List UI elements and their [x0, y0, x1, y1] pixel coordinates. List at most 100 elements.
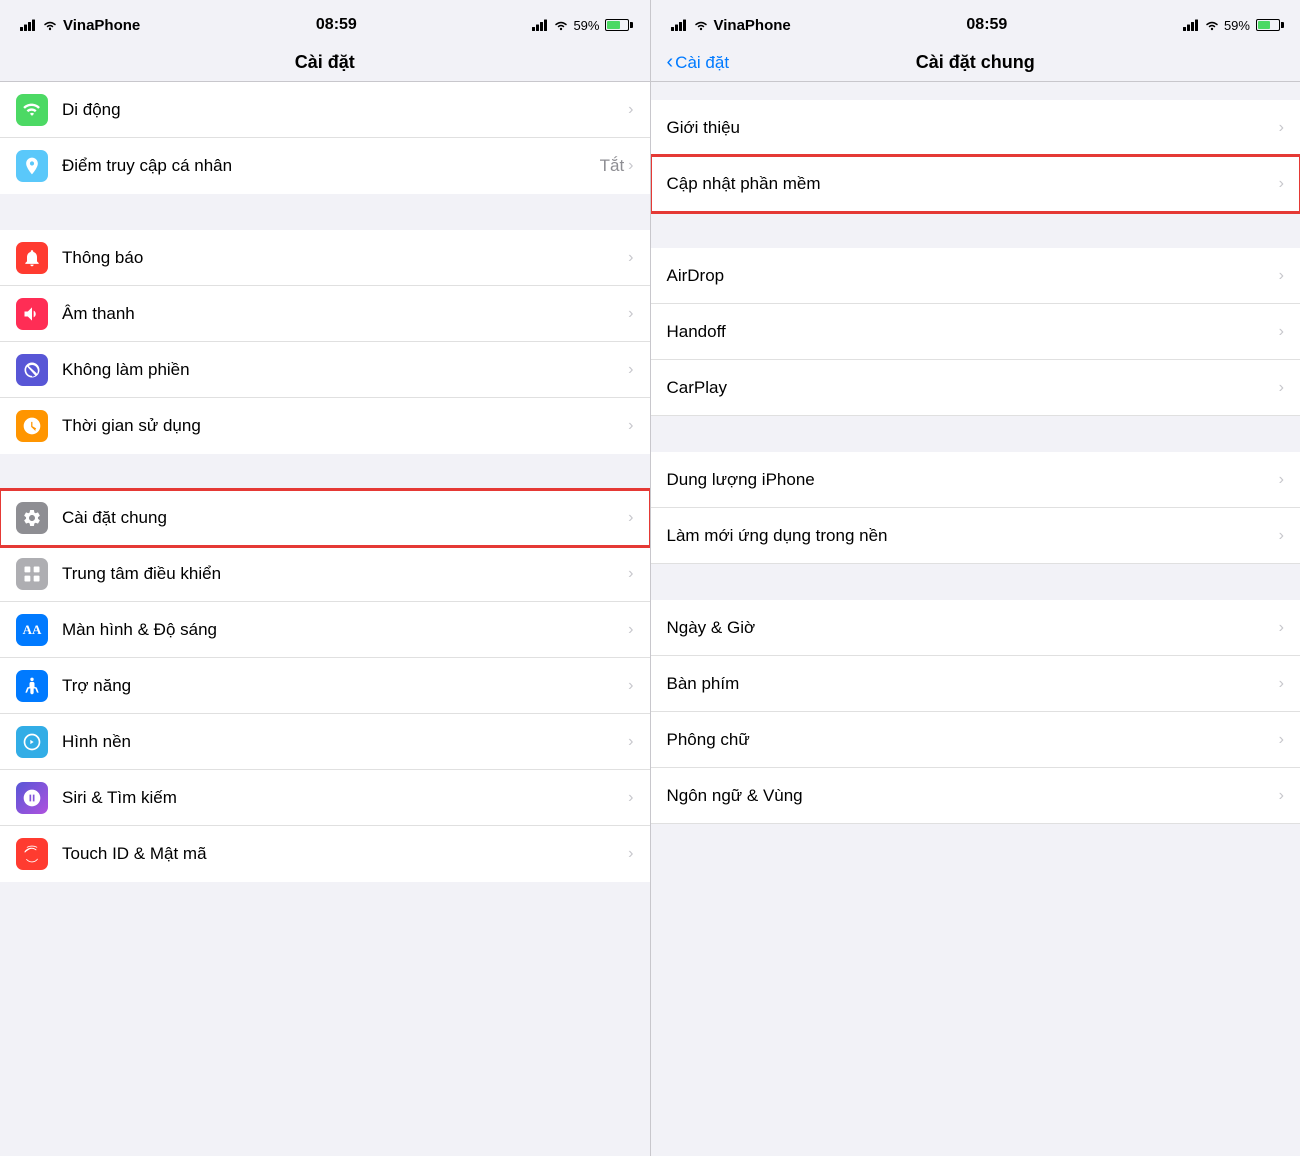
right-wifi-2 [1204, 19, 1220, 31]
row-thong-bao-content: Thông báo › [62, 248, 634, 268]
row-ban-phim-chevron: › [1279, 675, 1284, 693]
left-battery-pct: 59% [573, 18, 599, 33]
row-siri-label: Siri & Tìm kiếm [62, 788, 177, 808]
row-diem-truy-cap[interactable]: Điểm truy cập cá nhân Tắt › [0, 138, 650, 194]
left-carrier: VinaPhone [20, 17, 140, 34]
row-ngon-ngu-chevron: › [1279, 787, 1284, 805]
row-diem-truy-cap-value: Tắt › [600, 156, 634, 176]
row-cai-dat-chung-content: Cài đặt chung › [62, 508, 634, 528]
wifi-icon-right-left [553, 19, 569, 31]
right-nav-header: ‹ Cài đặt Cài đặt chung [651, 44, 1300, 81]
left-battery-area: 59% [532, 18, 629, 33]
row-touch-id-label: Touch ID & Mật mã [62, 844, 207, 864]
right-carrier: VinaPhone [671, 17, 791, 34]
row-cap-nhat[interactable]: Cập nhật phần mềm › [651, 156, 1300, 212]
right-section-divider-1 [651, 212, 1300, 248]
back-button[interactable]: ‹ Cài đặt [667, 53, 730, 73]
right-carrier-text: VinaPhone [714, 17, 791, 34]
row-ngon-ngu-content: Ngôn ngữ & Vùng › [667, 786, 1285, 806]
row-man-hinh-content: Màn hình & Độ sáng › [62, 620, 634, 640]
right-gap-1 [651, 82, 1300, 100]
right-signal-icon [671, 19, 688, 31]
row-hinh-nen[interactable]: Hình nền › [0, 714, 650, 770]
row-thoi-gian-label: Thời gian sử dụng [62, 416, 201, 436]
right-settings-list: Giới thiệu › Cập nhật phần mềm › AirDrop… [651, 82, 1300, 1156]
row-ngon-ngu[interactable]: Ngôn ngữ & Vùng › [651, 768, 1300, 824]
icon-am-thanh [16, 298, 48, 330]
row-di-dong-content: Di động › [62, 100, 634, 120]
row-di-dong-label: Di động [62, 100, 121, 120]
row-airdrop[interactable]: AirDrop › [651, 248, 1300, 304]
row-trung-tam-chevron: › [628, 565, 633, 583]
row-hinh-nen-content: Hình nền › [62, 732, 634, 752]
row-dung-luong-label: Dung lượng iPhone [667, 470, 815, 490]
row-thong-bao[interactable]: Thông báo › [0, 230, 650, 286]
icon-cai-dat-chung [16, 502, 48, 534]
row-phong-chu-chevron: › [1279, 731, 1284, 749]
icon-thoi-gian [16, 410, 48, 442]
row-thong-bao-chevron: › [628, 249, 633, 267]
row-cai-dat-chung-chevron: › [628, 509, 633, 527]
right-section-divider-3 [651, 564, 1300, 600]
row-khong-lam-phien[interactable]: Không làm phiền › [0, 342, 650, 398]
row-cap-nhat-chevron: › [1279, 175, 1284, 193]
row-carplay[interactable]: CarPlay › [651, 360, 1300, 416]
row-diem-truy-cap-label: Điểm truy cập cá nhân [62, 156, 232, 176]
row-di-dong-chevron: › [628, 101, 633, 119]
row-ban-phim[interactable]: Bàn phím › [651, 656, 1300, 712]
row-cap-nhat-content: Cập nhật phần mềm › [667, 174, 1285, 194]
row-gioi-thieu-label: Giới thiệu [667, 118, 741, 138]
icon-thong-bao [16, 242, 48, 274]
left-section-divider-1 [0, 194, 650, 230]
icon-di-dong [16, 94, 48, 126]
row-tro-nang-content: Trợ năng › [62, 676, 634, 696]
back-label: Cài đặt [675, 53, 729, 73]
row-handoff[interactable]: Handoff › [651, 304, 1300, 360]
back-chevron-icon: ‹ [667, 52, 674, 72]
wifi-icon [42, 19, 58, 31]
row-dung-luong-content: Dung lượng iPhone › [667, 470, 1285, 490]
left-section-2: Thông báo › Âm thanh › Không làm phiền [0, 230, 650, 454]
icon-hinh-nen [16, 726, 48, 758]
icon-trung-tam [16, 558, 48, 590]
row-carplay-label: CarPlay [667, 378, 727, 398]
row-lam-moi[interactable]: Làm mới ứng dụng trong nền › [651, 508, 1300, 564]
row-phong-chu-label: Phông chữ [667, 730, 750, 750]
row-touch-id-content: Touch ID & Mật mã › [62, 844, 634, 864]
row-thoi-gian-su-dung[interactable]: Thời gian sử dụng › [0, 398, 650, 454]
right-time: 08:59 [966, 16, 1007, 34]
row-touch-id[interactable]: Touch ID & Mật mã › [0, 826, 650, 882]
row-ban-phim-label: Bàn phím [667, 674, 740, 694]
icon-man-hinh: AA [16, 614, 48, 646]
left-section-1: Di động › Điểm truy cập cá nhân Tắt › [0, 82, 650, 194]
row-handoff-label: Handoff [667, 322, 726, 342]
icon-touch-id [16, 838, 48, 870]
row-siri-chevron: › [628, 789, 633, 807]
row-tro-nang[interactable]: Trợ năng › [0, 658, 650, 714]
row-phong-chu[interactable]: Phông chữ › [651, 712, 1300, 768]
row-siri[interactable]: Siri & Tìm kiếm › [0, 770, 650, 826]
right-signal-2 [1183, 19, 1200, 31]
right-battery-pct: 59% [1224, 18, 1250, 33]
right-battery-area: 59% [1183, 18, 1280, 33]
row-handoff-chevron: › [1279, 323, 1284, 341]
right-section-1: Giới thiệu › Cập nhật phần mềm › [651, 82, 1300, 212]
row-thoi-gian-content: Thời gian sử dụng › [62, 416, 634, 436]
row-lam-moi-label: Làm mới ứng dụng trong nền [667, 526, 888, 546]
row-gioi-thieu[interactable]: Giới thiệu › [651, 100, 1300, 156]
icon-diem-truy-cap [16, 150, 48, 182]
right-wifi-icon [693, 19, 709, 31]
row-khong-lam-phien-chevron: › [628, 361, 633, 379]
row-di-dong[interactable]: Di động › [0, 82, 650, 138]
row-airdrop-label: AirDrop [667, 266, 725, 286]
row-ngay-gio[interactable]: Ngày & Giờ › [651, 600, 1300, 656]
row-dung-luong[interactable]: Dung lượng iPhone › [651, 452, 1300, 508]
right-section-divider-2 [651, 416, 1300, 452]
row-khong-lam-phien-label: Không làm phiền [62, 360, 190, 380]
row-am-thanh[interactable]: Âm thanh › [0, 286, 650, 342]
row-cai-dat-chung[interactable]: Cài đặt chung › [0, 490, 650, 546]
row-trung-tam[interactable]: Trung tâm điều khiển › [0, 546, 650, 602]
left-time: 08:59 [316, 16, 357, 34]
signal-icon [20, 19, 37, 31]
row-man-hinh[interactable]: AA Màn hình & Độ sáng › [0, 602, 650, 658]
